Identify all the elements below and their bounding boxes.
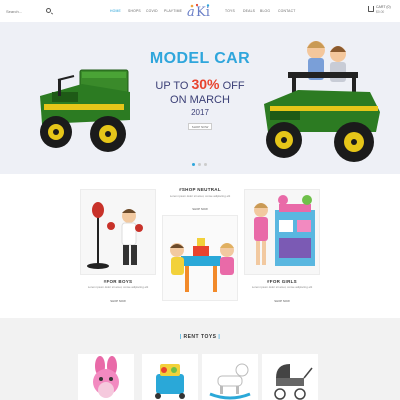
logo-letters-ki: Ki bbox=[196, 5, 210, 20]
for-girls-heading: #FOR GIRLS bbox=[266, 279, 297, 284]
pram-image bbox=[274, 364, 313, 400]
for-girls-desc: Lorem ipsum dolor sit amet, conse adipis… bbox=[251, 285, 313, 289]
nav-item-home[interactable]: HOME bbox=[110, 9, 121, 13]
rent-toys-section: | RENT TOYS | bbox=[0, 318, 400, 400]
cart-label: CART (0) bbox=[376, 5, 391, 9]
hero-offer-suffix: OFF bbox=[219, 80, 245, 92]
rent-product-card[interactable] bbox=[202, 354, 258, 400]
nav-item-playtime[interactable]: PLAYTIME bbox=[164, 9, 182, 13]
for-girls-shop-button[interactable]: SHOP NOW bbox=[244, 299, 320, 303]
shop-neutral-image[interactable] bbox=[162, 215, 238, 301]
rent-product-card[interactable] bbox=[78, 354, 134, 400]
rent-toys-title: | RENT TOYS | bbox=[0, 334, 400, 340]
tractor-kids-image bbox=[264, 41, 380, 162]
slider-dot-2[interactable] bbox=[198, 163, 201, 166]
slider-dots bbox=[192, 163, 208, 167]
hero-offer-percent: 30% bbox=[191, 76, 220, 92]
plush-bunny-image bbox=[93, 356, 119, 398]
slider-dot-1[interactable] bbox=[192, 163, 195, 166]
rent-title-bar-right: | bbox=[218, 334, 221, 340]
for-boys-shop-button[interactable]: SHOP NOW bbox=[80, 299, 156, 303]
for-girls-image[interactable] bbox=[244, 189, 320, 275]
site-logo[interactable]: a Ki bbox=[183, 2, 219, 22]
rent-product-card[interactable] bbox=[142, 354, 198, 400]
slider-dot-3[interactable] bbox=[204, 163, 207, 166]
logo-letter-a: a bbox=[187, 5, 195, 20]
sand-table-kids-illustration bbox=[170, 238, 234, 292]
for-boys-heading: #FOR BOYS bbox=[103, 279, 133, 284]
rocking-horse-image bbox=[209, 363, 251, 400]
for-boys-desc: Lorem ipsum dolor sit amet, conse adipis… bbox=[87, 285, 149, 289]
nav-item-contact[interactable]: CONTACT bbox=[278, 9, 296, 13]
activity-walker-image bbox=[155, 364, 185, 399]
rent-title-text: RENT TOYS bbox=[183, 334, 217, 340]
rent-title-bar-left: | bbox=[179, 334, 182, 340]
cart-total: $0.00 bbox=[376, 10, 385, 14]
shop-neutral-heading: #SHOP NEUTRAL bbox=[179, 187, 221, 192]
nav-item-deals[interactable]: DEALS bbox=[243, 9, 255, 13]
nav-item-toys[interactable]: TOYS bbox=[225, 9, 235, 13]
site-header: HOME SHOPS COVID PLAYTIME TOYS DEALS BLO… bbox=[0, 0, 400, 22]
cart-icon[interactable] bbox=[368, 6, 374, 12]
hero-slider: MODEL CAR UP TO 30% OFF ON MARCH 2017 SH… bbox=[0, 22, 400, 174]
category-section: #FOR BOYS Lorem ipsum dolor sit amet, co… bbox=[0, 175, 400, 318]
boxing-boy-illustration bbox=[87, 202, 143, 269]
nav-item-shops[interactable]: SHOPS bbox=[128, 9, 141, 13]
rent-product-card[interactable] bbox=[262, 354, 318, 400]
for-boys-image[interactable] bbox=[80, 189, 156, 275]
hero-offer-prefix: UP TO bbox=[155, 80, 192, 92]
shop-neutral-button[interactable]: SHOP NOW bbox=[162, 207, 238, 211]
cart-widget[interactable]: CART (0) $0.00 bbox=[368, 5, 396, 19]
search-icon[interactable] bbox=[46, 8, 51, 13]
nav-item-blog[interactable]: BLOG bbox=[260, 9, 270, 13]
search-box[interactable] bbox=[6, 7, 66, 16]
kitchen-girl-illustration bbox=[254, 195, 315, 266]
shop-neutral-desc: Lorem ipsum dolor sit amet, conse adipis… bbox=[169, 194, 231, 198]
hero-shop-now-button[interactable]: SHOP NOW bbox=[188, 123, 212, 130]
nav-item-covid[interactable]: COVID bbox=[146, 9, 158, 13]
